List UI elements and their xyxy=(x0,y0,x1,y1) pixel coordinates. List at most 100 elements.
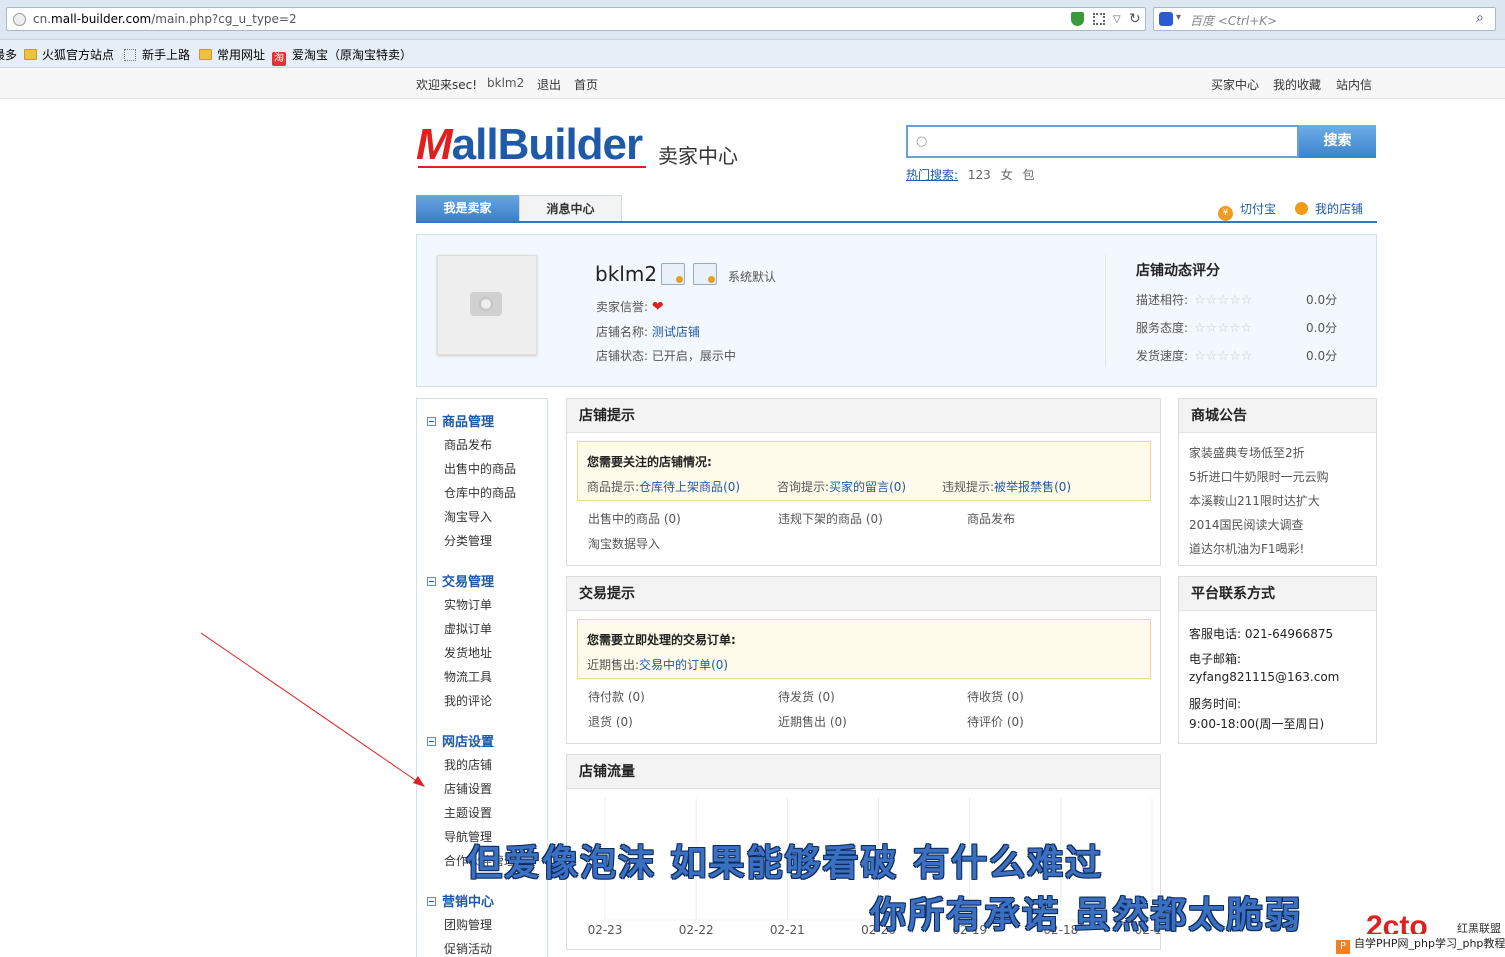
sidebar-item-group-buy[interactable]: 团购管理 xyxy=(444,916,492,933)
rating-value: 0.0分 xyxy=(1306,293,1338,307)
announcements-title: 商城公告 xyxy=(1179,399,1376,433)
announcement-item[interactable]: 本溪鞍山211限时达扩大 xyxy=(1189,492,1320,509)
sidebar-section-label: 营销中心 xyxy=(442,895,495,910)
buyer-center-link[interactable]: 买家中心 xyxy=(1211,76,1259,93)
stat-pending-shipment[interactable]: 待发货 (0) xyxy=(778,688,835,705)
messages-link[interactable]: 站内信 xyxy=(1336,76,1372,93)
sidebar-item-promotions[interactable]: 促销活动 xyxy=(444,940,492,957)
page-icon xyxy=(124,49,136,61)
bookmark-firefox-official[interactable]: 火狐官方站点 xyxy=(24,46,114,63)
qr-code-icon[interactable] xyxy=(1093,13,1105,25)
refresh-icon[interactable]: ↻ xyxy=(1129,11,1141,27)
search-button[interactable]: 搜索 xyxy=(1299,125,1376,158)
sidebar-item-shipping-address[interactable]: 发货地址 xyxy=(444,644,492,661)
shop-home-icon[interactable] xyxy=(661,263,685,285)
hot-keyword[interactable]: 包 xyxy=(1022,168,1034,182)
announcement-item[interactable]: 道达尔机油为F1喝彩! xyxy=(1189,540,1304,557)
sidebar-section-label: 网店设置 xyxy=(442,735,495,750)
stat-on-sale[interactable]: 出售中的商品 (0) xyxy=(588,510,681,527)
tip-label: 近期售出: xyxy=(587,658,640,672)
bookmark-label: 新手上路 xyxy=(142,48,191,62)
sidebar-item-publish-goods[interactable]: 商品发布 xyxy=(444,436,492,453)
announcement-item[interactable]: 家装盛典专场低至2折 xyxy=(1189,444,1305,461)
favorites-link[interactable]: 我的收藏 xyxy=(1273,76,1321,93)
folder-icon xyxy=(199,49,212,60)
php-icon: P xyxy=(1336,940,1350,954)
sidebar-item-theme-settings[interactable]: 主题设置 xyxy=(444,804,492,821)
shop-avatar[interactable] xyxy=(437,255,537,355)
sidebar-item-my-shop[interactable]: 我的店铺 xyxy=(444,756,492,773)
shop-name-link[interactable]: 测试店铺 xyxy=(652,325,700,339)
hot-keyword[interactable]: 女 xyxy=(1001,168,1013,182)
sidebar-item-logistics[interactable]: 物流工具 xyxy=(444,668,492,685)
dropdown-arrow-icon[interactable]: ▽ xyxy=(1113,14,1121,25)
stat-pending-review[interactable]: 待评价 (0) xyxy=(967,713,1024,730)
arrow-head-icon xyxy=(413,776,425,787)
buyer-messages-link[interactable]: 买家的留言 xyxy=(829,480,889,494)
contact-title: 平台联系方式 xyxy=(1179,577,1376,611)
trade-tips-notice: 您需要立即处理的交易订单: 近期售出:交易中的订单(0) xyxy=(577,619,1151,679)
sidebar-item-warehouse[interactable]: 仓库中的商品 xyxy=(444,484,516,501)
trading-orders-link[interactable]: 交易中的订单 xyxy=(639,658,711,672)
sidebar-item-my-reviews[interactable]: 我的评论 xyxy=(444,692,492,709)
shield-icon[interactable] xyxy=(1071,12,1084,26)
announcement-item[interactable]: 5折进口牛奶限时一元云购 xyxy=(1189,468,1329,485)
browser-search-box[interactable]: ▾ 百度 <Ctrl+K> ⌕ xyxy=(1153,7,1496,31)
sidebar-section-shop-settings[interactable]: 网店设置 xyxy=(427,731,494,750)
sidebar-item-categories[interactable]: 分类管理 xyxy=(444,532,492,549)
pay-link-label: 切付宝 xyxy=(1240,202,1277,216)
sidebar-item-virtual-orders[interactable]: 虚拟订单 xyxy=(444,620,492,637)
collapse-icon[interactable] xyxy=(427,897,436,906)
tab-seller[interactable]: 我是卖家 xyxy=(416,195,519,222)
site-search-input[interactable]: ○ xyxy=(906,125,1299,158)
pay-link[interactable]: ¥ 切付宝 xyxy=(1218,200,1276,221)
user-badge-icon[interactable] xyxy=(693,263,717,285)
sidebar-item-on-sale[interactable]: 出售中的商品 xyxy=(444,460,516,477)
stat-taobao-import[interactable]: 淘宝数据导入 xyxy=(588,535,660,552)
bookmark-common-sites[interactable]: 常用网址 xyxy=(199,46,265,63)
search-icon[interactable]: ⌕ xyxy=(1476,10,1484,26)
shop-status-line: 店铺状态: 已开启，展示中 xyxy=(596,347,736,364)
user-icon xyxy=(1295,202,1308,215)
bookmark-most[interactable]: 最多 xyxy=(0,46,17,63)
stat-violation-removed[interactable]: 违规下架的商品 (0) xyxy=(778,510,883,527)
bookmark-getting-started[interactable]: 新手上路 xyxy=(124,46,190,63)
shop-status-value: 已开启，展示中 xyxy=(651,349,736,363)
sidebar-item-taobao-import[interactable]: 淘宝导入 xyxy=(444,508,492,525)
hot-keyword[interactable]: 123 xyxy=(968,168,991,182)
warehouse-goods-link[interactable]: 仓库待上架商品 xyxy=(639,480,723,494)
url-text[interactable]: cn.mall-builder.com/main.php?cg_u_type=2 xyxy=(33,12,297,26)
home-link[interactable]: 首页 xyxy=(574,76,598,93)
mallbuilder-logo[interactable]: MallBuilder xyxy=(416,120,643,170)
stat-recent-sales[interactable]: 近期售出 (0) xyxy=(778,713,847,730)
shop-tips-title: 店铺提示 xyxy=(567,399,1160,433)
my-shop-link[interactable]: 我的店铺 xyxy=(1295,200,1363,217)
rating-row: 发货速度: ☆☆☆☆☆ 0.0分 xyxy=(1136,347,1337,364)
sidebar-section-goods[interactable]: 商品管理 xyxy=(427,411,494,430)
username-link[interactable]: bklm2 xyxy=(487,76,524,90)
logout-link[interactable]: 退出 xyxy=(537,76,561,93)
stat-returns[interactable]: 退货 (0) xyxy=(588,713,633,730)
tab-message-center[interactable]: 消息中心 xyxy=(519,195,622,222)
address-bar[interactable]: cn.mall-builder.com/main.php?cg_u_type=2… xyxy=(6,7,1146,31)
logo-underline xyxy=(418,166,646,168)
sidebar-item-physical-orders[interactable]: 实物订单 xyxy=(444,596,492,613)
announcement-item[interactable]: 2014国民阅读大调查 xyxy=(1189,516,1304,533)
stat-pending-payment[interactable]: 待付款 (0) xyxy=(588,688,645,705)
stat-pending-receipt[interactable]: 待收货 (0) xyxy=(967,688,1024,705)
bookmark-ai-taobao[interactable]: 淘爱淘宝（原淘宝特卖） xyxy=(272,46,412,66)
chevron-down-icon[interactable]: ▾ xyxy=(1176,12,1181,23)
sidebar-section-trade[interactable]: 交易管理 xyxy=(427,571,494,590)
baidu-paw-icon[interactable] xyxy=(1159,12,1173,26)
sidebar-item-shop-settings[interactable]: 店铺设置 xyxy=(444,780,492,797)
sidebar-top-border xyxy=(416,398,548,399)
stat-publish-goods[interactable]: 商品发布 xyxy=(967,510,1015,527)
reported-banned-link[interactable]: 被举报禁售 xyxy=(994,480,1054,494)
sidebar-section-marketing[interactable]: 营销中心 xyxy=(427,891,494,910)
collapse-icon[interactable] xyxy=(427,577,436,586)
collapse-icon[interactable] xyxy=(427,417,436,426)
shop-name-line: 店铺名称: 测试店铺 xyxy=(596,323,700,340)
violation-tip: 违规提示:被举报禁售(0) xyxy=(942,478,1071,495)
contact-email[interactable]: zyfang821115@163.com xyxy=(1189,670,1339,684)
browser-search-placeholder[interactable]: 百度 <Ctrl+K> xyxy=(1190,12,1277,29)
